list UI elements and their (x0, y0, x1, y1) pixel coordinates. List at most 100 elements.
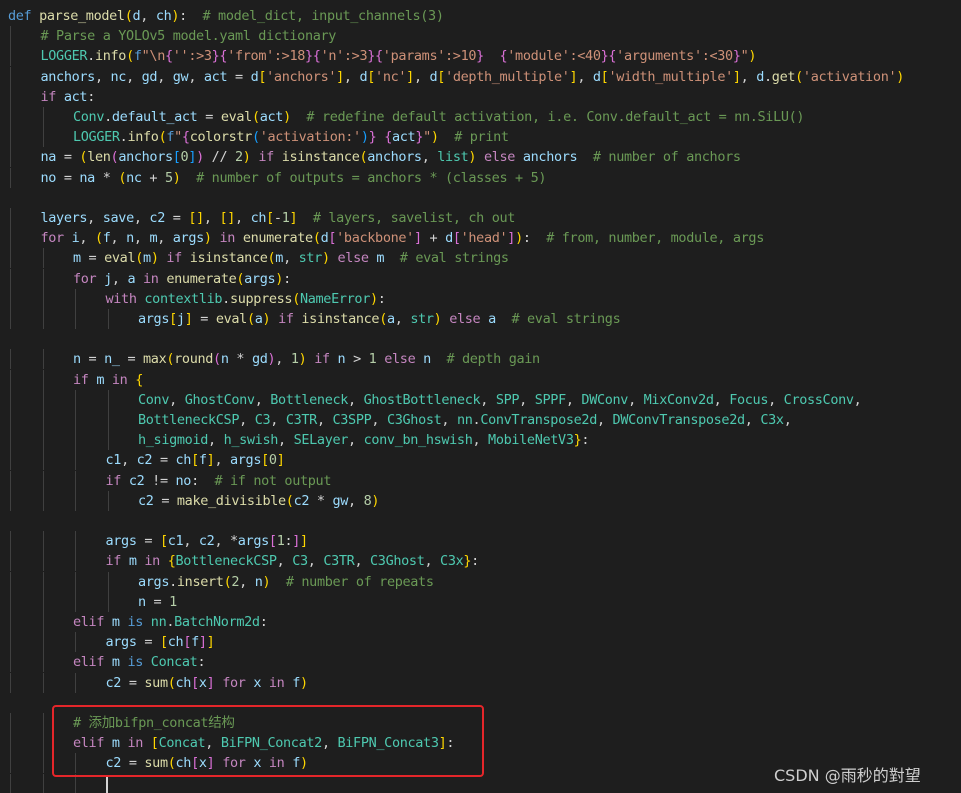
code-line[interactable]: if act: (40, 87, 96, 107)
indent-guide (42, 591, 44, 612)
code-token: na (40, 149, 57, 166)
code-token: BottleneckCSP (175, 553, 277, 570)
code-token: , (424, 553, 441, 570)
code-token: : (179, 8, 203, 24)
code-token: = (80, 351, 105, 368)
code-token: ( (251, 129, 260, 146)
code-token: a (488, 311, 496, 327)
code-line[interactable]: with contextlib.suppress(NameError): (106, 289, 386, 309)
code-token: [ (266, 210, 274, 226)
code-token: { (181, 129, 190, 146)
code-line[interactable]: anchors, nc, gd, gw, act = d['anchors'],… (41, 67, 905, 87)
code-token: # if not output (214, 472, 332, 489)
code-token: } (732, 48, 741, 65)
code-token: 'head' (460, 230, 508, 247)
code-line[interactable]: m = eval(m) if isinstance(m, str) else m… (73, 248, 509, 268)
code-editor[interactable]: def parse_model (d, ch): # model_dict, in… (0, 0, 961, 793)
code-token: , (111, 270, 128, 287)
code-token: isinstance (189, 250, 268, 267)
indent-guide (75, 490, 76, 511)
indent-guide (75, 430, 76, 451)
code-line[interactable]: c1, c2 = ch[f], args[0] (106, 450, 285, 470)
code-line[interactable]: c2 = sum(ch[x] for x in f) (106, 673, 309, 693)
code-token: > (345, 351, 369, 368)
code-token: ConvTranspose2d (480, 412, 597, 428)
code-line[interactable]: h_sigmoid, h_swish, SELayer, conv_bn_hsw… (138, 430, 590, 450)
code-token: no (40, 169, 57, 186)
code-line[interactable]: if m in { (73, 370, 143, 390)
indent-guide (42, 652, 44, 673)
code-token: , (371, 412, 387, 428)
code-line[interactable]: if c2 != no: # if not output (106, 471, 332, 491)
code-token: ( (312, 230, 321, 247)
code-line[interactable]: elif m is Concat: (73, 652, 206, 672)
code-token: ) (172, 169, 181, 186)
code-token: eval (215, 311, 247, 327)
code-line[interactable]: elif m is nn.BatchNorm2d: (73, 612, 268, 632)
indent-guide (107, 309, 109, 329)
code-token: args (138, 573, 170, 590)
code-token: if (40, 88, 64, 105)
code-line[interactable]: for i, (f, n, m, args) in enumerate(d['b… (41, 228, 765, 248)
code-token: } (415, 129, 424, 146)
code-line[interactable]: Conv, GhostConv, Bottleneck, GhostBottle… (138, 390, 862, 410)
code-token: # from, number, module, args (546, 230, 764, 247)
code-token: : (522, 230, 547, 247)
code-line[interactable]: # Parse a YOLOv5 model.yaml dictionary (41, 26, 337, 46)
code-line[interactable]: layers, save, c2 = [], [], ch[-1] # laye… (41, 208, 516, 228)
code-token: , (208, 432, 224, 449)
code-line[interactable]: n = 1 (138, 592, 177, 612)
code-token: f (191, 634, 199, 651)
code-token: d (445, 230, 453, 247)
code-token: ) (242, 149, 251, 166)
code-token: }{ (305, 48, 321, 65)
code-token: list (437, 149, 469, 166)
code-token: max (143, 351, 167, 368)
code-token: def (8, 8, 40, 24)
code-token: DWConv (581, 391, 629, 408)
code-token: : (259, 614, 268, 630)
code-line[interactable]: c2 = make_divisible(c2 * gw, 8) (138, 491, 380, 511)
code-token: ) (360, 129, 369, 146)
code-line[interactable]: LOGGER.info(f"\n{'':>3}{'from':>18}{'n':… (41, 46, 757, 66)
code-line[interactable]: if m in {BottleneckCSP, C3, C3TR, C3Ghos… (106, 551, 480, 571)
code-token: ] (413, 230, 422, 247)
code-token: . (104, 109, 112, 125)
code-line[interactable]: na = (len(anchors[0]) // 2) if isinstanc… (40, 147, 742, 167)
code-token: ( (166, 351, 175, 368)
code-line[interactable]: args = [c1, c2, *args[1:]] (105, 531, 309, 551)
code-token: with (105, 290, 145, 307)
code-line[interactable]: args = [ch[f]] (106, 632, 215, 652)
code-token: args (230, 452, 262, 469)
code-line[interactable]: Conv.default_act = eval(act) # redefine … (73, 107, 805, 127)
code-token: if (314, 351, 338, 368)
code-token: , (343, 68, 360, 85)
code-line[interactable]: BottleneckCSP, C3, C3TR, C3SPP, C3Ghost,… (138, 410, 792, 430)
code-token: gd (141, 68, 158, 85)
code-token: , (740, 68, 757, 85)
code-line[interactable]: LOGGER.info(f"{colorstr('activation:')} … (73, 127, 509, 147)
indent-guide (107, 430, 109, 451)
watermark: CSDN @雨秒的對望 (774, 766, 921, 785)
code-token: if (278, 311, 302, 327)
code-line[interactable]: args.insert(2, n) # number of repeats (138, 572, 434, 592)
code-token: c1 (105, 452, 122, 469)
code-token: ( (94, 230, 103, 247)
indent-guide (75, 450, 76, 471)
code-token: = (136, 533, 160, 550)
code-token: NameError (299, 290, 370, 307)
code-token: * (309, 492, 333, 509)
code-token: = (145, 593, 170, 610)
code-token: args (105, 533, 137, 550)
code-line[interactable]: no = na * (nc + 5) # number of outputs =… (41, 168, 547, 188)
code-token: SPP (495, 391, 520, 408)
code-line[interactable]: for j, a in enumerate(args): (73, 269, 291, 289)
code-line[interactable]: def parse_model(d, ch): # model_dict, in… (8, 6, 444, 26)
code-line[interactable]: args[j] = eval(a) if isinstance(a, str) … (138, 309, 621, 329)
code-token: 'n':>3 (320, 48, 368, 65)
code-token: ( (292, 290, 300, 307)
code-line[interactable]: n = n_ = max(round(n * gd), 1) if n > 1 … (73, 349, 540, 369)
